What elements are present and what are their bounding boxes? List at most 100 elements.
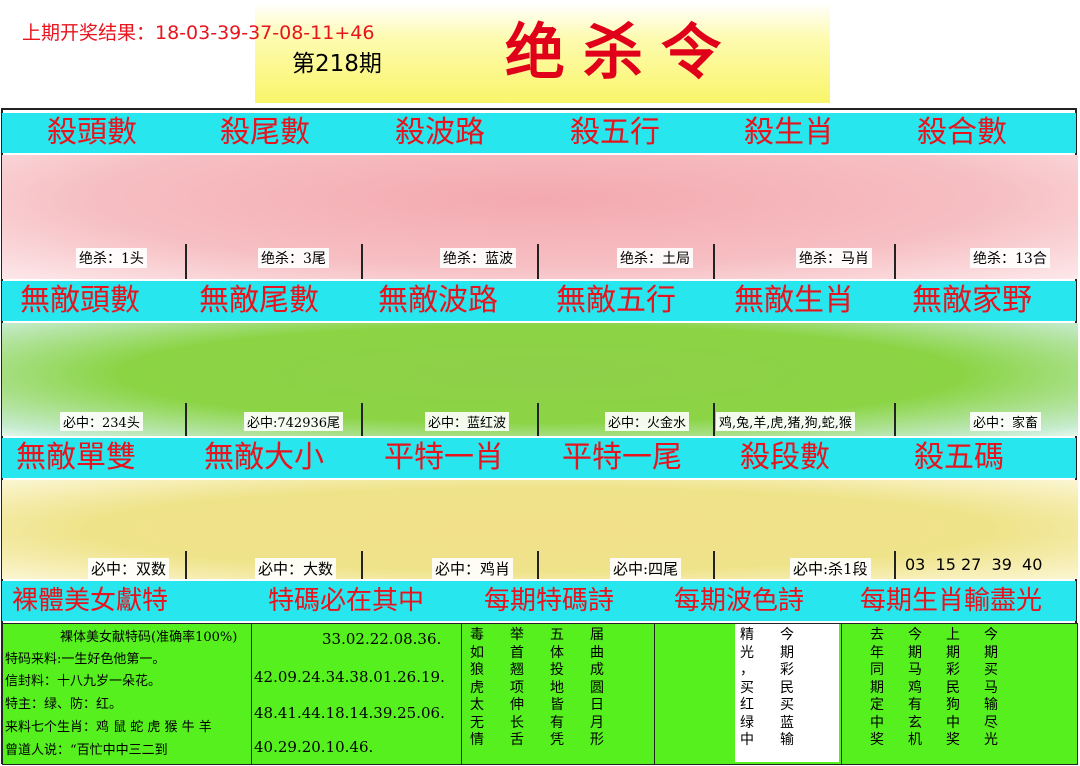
header-model-special: 裸體美女獻特 [12,586,169,616]
poem-row: 买民 [740,680,820,698]
poem-char: 去 [870,627,884,643]
header-kill-head: 殺頭數 [47,115,137,150]
header-sure-element: 無敵五行 [556,283,676,318]
header-kill-five: 殺五碼 [914,440,1004,475]
kill-tail-value: 绝杀：3尾 [258,248,329,268]
poem-char: 凭 [550,732,564,748]
poem-char: 月 [590,714,604,731]
info-line: 特码来料:一生好色他第一。 [5,652,166,667]
poem-char: 曲 [590,644,604,661]
poem-char: 中 [870,714,884,731]
poem-char: 有 [550,714,564,731]
poem-char: 上 [946,627,960,643]
poem-char: 今 [984,627,998,643]
poem-char: 买 [740,679,754,696]
kill-segment-value: 必中:杀1段 [790,558,871,579]
kill-header-row: 殺頭數 殺尾數 殺波路 殺五行 殺生肖 殺合數 [2,113,1076,153]
poem-char: 输 [780,732,794,748]
kill-element-value: 绝杀：土局 [617,248,693,268]
header-sure-zodiac: 無敵生肖 [734,283,854,318]
poem-row: 去今上今 [870,627,1022,645]
poem-row: 同马彩买 [870,662,1022,680]
big-small-value: 必中：大数 [255,558,337,579]
sure-domestic-value: 必中：家畜 [970,412,1042,431]
poem-row: 太伸皆日 [470,697,630,715]
poem-row: 光期 [740,645,820,663]
poem-char: 皆 [550,697,564,713]
poem-char: 奖 [946,732,960,748]
poem-char: 红 [740,697,754,713]
sure-head-value: 必中：234头 [60,412,143,431]
poem-char: 如 [470,644,484,661]
poem-row: 精今 [740,627,820,645]
poem-char: 毒 [470,627,484,643]
kill-values-band [2,155,1078,279]
poem-row: 无长有月 [470,715,630,733]
number-line: 33.02.22.08.36. [322,630,442,648]
poem-char: 今 [780,627,794,643]
header-odd-even: 無敵單雙 [16,440,136,475]
poem-char: 形 [590,732,604,748]
header-sure-tail: 無敵尾數 [199,283,319,318]
poem-char: 无 [470,714,484,731]
sure-tail-value: 必中:742936尾 [244,412,344,431]
poem-char: 机 [908,732,922,748]
header-special-in: 特碼必在其中 [268,586,425,616]
poem-char: 中 [740,732,754,748]
sure-header-row: 無敵頭數 無敵尾數 無敵波路 無敵五行 無敵生肖 無敵家野 [2,281,1076,321]
poem-row: 红买 [740,697,820,715]
header-kill-segment: 殺段數 [740,440,830,475]
poem-char: 彩 [780,662,794,678]
poem-row: 年期期期 [870,645,1022,663]
poem-char: 期 [780,644,794,661]
poem-char: 光 [984,732,998,748]
poem-char: 狼 [470,662,484,678]
poem-header-row: 裸體美女獻特 特碼必在其中 每期特碼詩 每期波色詩 每期生肖輸盡光 [2,581,1076,621]
poem-char: 五 [550,627,564,643]
poem-row: 中输 [740,732,820,750]
poem-char: 地 [550,679,564,696]
flat-tail-value: 必中:四尾 [610,558,682,579]
poem-char: 有 [908,697,922,713]
poem-char: 举 [510,627,524,643]
poem-char: 虎 [470,679,484,696]
poem-char: 精 [740,627,754,643]
poem-char: 项 [510,679,524,696]
poem-char: 输 [984,697,998,713]
poem-char: 绿 [740,714,754,731]
poem-char: 同 [870,662,884,678]
header-sure-head: 無敵頭數 [20,283,140,318]
info-line: 裸体美女献特码(准确率100%) [60,630,238,645]
header-kill-sum: 殺合數 [917,115,1007,150]
header-zodiac-poem: 每期生肖輸盡光 [860,586,1043,616]
header-kill-tail: 殺尾數 [220,115,310,150]
poem-char: 圆 [590,679,604,696]
info-line: 信封料：十八九岁一朵花。 [5,674,162,689]
poem-row: 如首体曲 [470,645,630,663]
poem-char: 马 [984,679,998,696]
color-poem: 精今光期，彩买民红买绿蓝中输 [740,627,820,750]
poem-char: 投 [550,662,564,678]
poem-row: 中玄中尽 [870,715,1022,733]
poem-char: 长 [510,714,524,731]
header-kill-zodiac: 殺生肖 [744,115,834,150]
poem-row: 绿蓝 [740,715,820,733]
sure-values-band [2,323,1078,436]
poem-char: 期 [870,679,884,696]
poem-row: 定有狗输 [870,697,1022,715]
poem-char: 成 [590,662,604,678]
kill-five-value: 03 15 27 39 40 [905,555,1043,574]
poem-char: 期 [984,644,998,661]
poem-char: 买 [780,697,794,713]
last-draw-result: 上期开奖结果：18-03-39-37-08-11+46 [22,22,375,44]
kill-wave-value: 绝杀：蓝波 [440,248,516,268]
poem-row: 奖机奖光 [870,732,1022,750]
number-line: 42.09.24.34.38.01.26.19. [254,668,445,686]
poem-char: 民 [780,679,794,696]
info-line: 来料七个生肖：鸡 鼠 蛇 虎 猴 牛 羊 [5,720,212,735]
special-header-row: 無敵單雙 無敵大小 平特一肖 平特一尾 殺段數 殺五碼 [2,438,1076,478]
header-sure-domestic: 無敵家野 [912,283,1032,318]
poem-char: 太 [470,697,484,713]
header-flat-zodiac: 平特一肖 [384,440,504,475]
kill-head-value: 绝杀：1头 [76,248,147,268]
